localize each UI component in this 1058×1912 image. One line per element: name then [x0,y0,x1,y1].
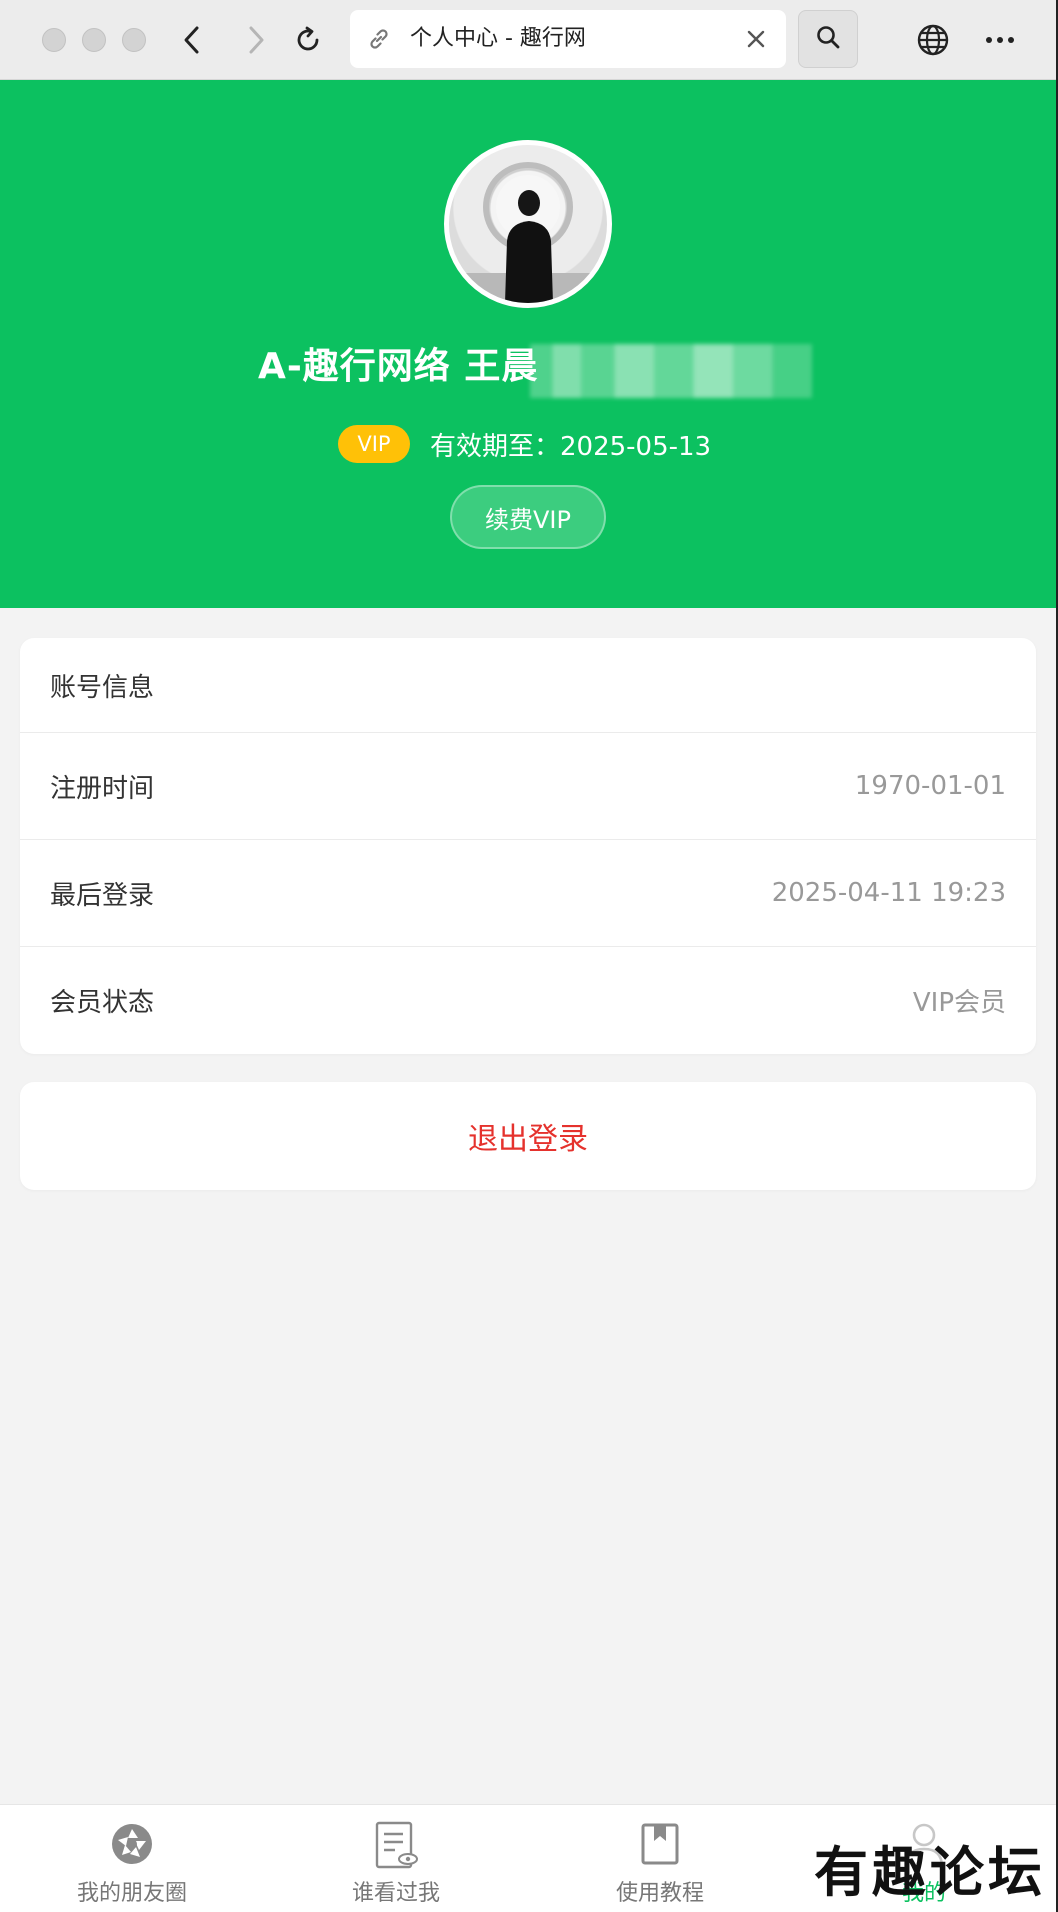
search-button[interactable] [798,10,858,68]
browser-window: 个人中心 - 趣行网 A-趣行网络 王晨 VIP 有效期至：2025-05-13… [0,0,1058,1912]
row-value: 2025-04-11 19:23 [771,878,1006,908]
address-bar[interactable]: 个人中心 - 趣行网 [350,10,786,68]
row-value: VIP会员 [912,988,1006,1018]
logout-label: 退出登录 [468,1122,588,1157]
profile-header: A-趣行网络 王晨 VIP 有效期至：2025-05-13 续费VIP [0,80,1056,608]
bookmark-book-icon [637,1821,683,1867]
tab-moments[interactable]: 我的朋友圈 [0,1805,264,1912]
tab-label: 使用教程 [615,1881,704,1906]
document-eye-icon [373,1821,419,1869]
list-item-last-login: 最后登录 2025-04-11 19:23 [20,840,1036,946]
close-tab-icon[interactable] [744,27,768,51]
link-icon [366,26,392,52]
search-icon [814,23,842,55]
window-zoom-dot[interactable] [122,28,146,52]
window-close-dot[interactable] [42,28,66,52]
tab-label: 谁看过我 [351,1881,440,1906]
redacted-name-blur [530,344,812,398]
user-name: A-趣行网络 王晨 [258,346,539,387]
row-label: 注册时间 [50,773,155,804]
renew-vip-button[interactable]: 续费VIP [450,485,606,549]
logout-button[interactable]: 退出登录 [20,1082,1036,1190]
aperture-icon [109,1821,155,1867]
row-label: 最后登录 [50,880,155,911]
vip-badge: VIP [338,425,410,463]
vip-status-row: VIP 有效期至：2025-05-13 [338,424,711,464]
tab-title: 个人中心 - 趣行网 [410,26,586,51]
section-title: 账号信息 [50,672,155,703]
account-info-card: 账号信息 注册时间 1970-01-01 最后登录 2025-04-11 19:… [20,638,1036,1054]
globe-icon[interactable] [913,20,953,60]
avatar-photo [449,162,607,303]
forward-icon[interactable] [236,20,276,60]
list-item-member-status: 会员状态 VIP会员 [20,947,1036,1054]
watermark: 有趣论坛 [814,1840,1046,1904]
reload-icon[interactable] [288,20,328,60]
tab-who-viewed-me[interactable]: 谁看过我 [264,1805,528,1912]
browser-toolbar: 个人中心 - 趣行网 [0,0,1056,80]
row-label: 会员状态 [50,988,155,1018]
list-item-register-time: 注册时间 1970-01-01 [20,733,1036,839]
tab-label: 我的朋友圈 [76,1881,187,1906]
vip-expire-date: 有效期至：2025-05-13 [430,431,712,462]
window-minimize-dot[interactable] [82,28,106,52]
account-section-header: 账号信息 [20,638,1036,732]
avatar[interactable] [444,140,612,308]
row-value: 1970-01-01 [854,771,1006,801]
more-options-icon[interactable] [980,20,1020,60]
tab-tutorial[interactable]: 使用教程 [528,1805,792,1912]
back-icon[interactable] [172,20,212,60]
